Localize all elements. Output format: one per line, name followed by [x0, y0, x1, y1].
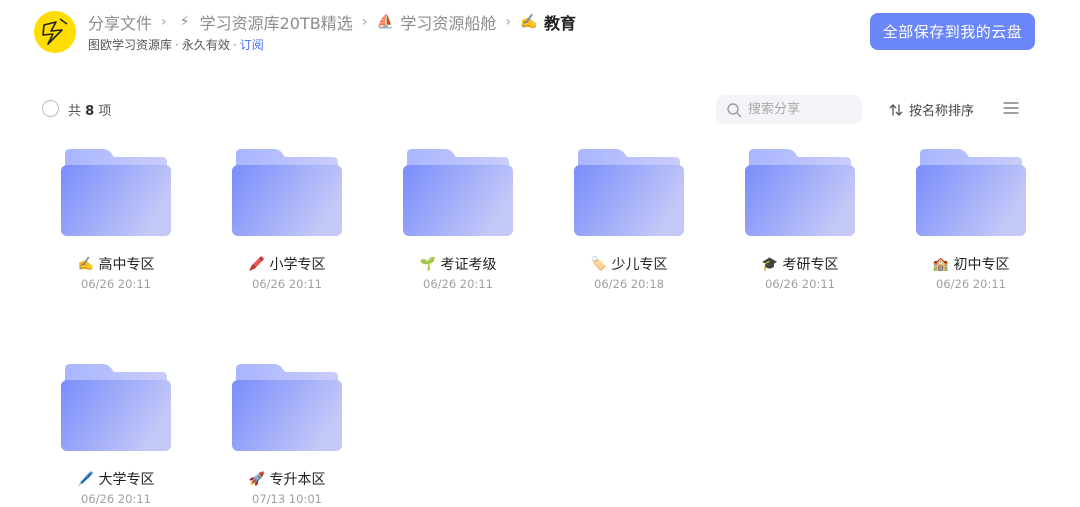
search-input[interactable] — [748, 102, 858, 117]
folder-name: 🚀 专升本区 — [248, 471, 326, 489]
folder-name: 🖍️ 小学专区 — [248, 256, 326, 274]
save-all-button[interactable]: 全部保存到我的云盘 — [870, 13, 1035, 50]
folder-date: 07/13 10:01 — [252, 492, 322, 506]
folder-item[interactable]: 🚀 专升本区 07/13 10:01 — [207, 363, 367, 507]
crayon-icon: 🖍️ — [248, 256, 265, 272]
folder-date: 06/26 20:11 — [936, 277, 1006, 291]
folder-name: ✍️ 高中专区 — [77, 256, 155, 274]
folder-date: 06/26 20:11 — [765, 277, 835, 291]
folder-name: 🏫 初中专区 — [932, 256, 1010, 274]
breadcrumb-separator: › — [505, 14, 511, 30]
sort-button[interactable]: 按名称排序 — [888, 100, 974, 119]
seedling-icon: 🌱 — [419, 256, 436, 272]
folder-item[interactable]: ✍️ 高中专区 06/26 20:11 — [36, 148, 196, 308]
folder-grid: ✍️ 高中专区 06/26 20:11 🖍️ 小学专区 06/26 20:11 🌱 考证考级 0… — [0, 0, 1080, 507]
school-icon: 🏫 — [932, 256, 949, 272]
folder-name: 🎓 考研专区 — [761, 256, 839, 274]
folder-icon — [232, 364, 342, 451]
folder-icon — [745, 149, 855, 236]
folder-icon — [61, 149, 171, 236]
folder-date: 06/26 20:11 — [423, 277, 493, 291]
folder-item[interactable]: 🎓 考研专区 06/26 20:11 — [720, 148, 880, 308]
avatar[interactable] — [34, 11, 76, 53]
breadcrumb: 分享文件 › ⚡ 学习资源库20TB精选 › ⛵ 学习资源船舱 › ✍️ 教育 — [88, 10, 576, 34]
owner-name[interactable]: 图欧学习资源库 — [88, 36, 172, 53]
search-icon — [727, 102, 742, 117]
folder-icon — [403, 149, 513, 236]
breadcrumb-item-share-files[interactable]: 分享文件 — [88, 10, 152, 34]
subscribe-link[interactable]: 订阅 — [240, 36, 264, 53]
rocket-icon: 🚀 — [248, 471, 265, 487]
meta-dot: · — [175, 37, 179, 52]
lightning-icon: ⚡ — [179, 14, 190, 30]
sort-label: 按名称排序 — [909, 104, 975, 119]
pikachu-avatar-icon — [34, 11, 76, 53]
label-tag-icon: 🏷️ — [590, 256, 607, 272]
writing-hand-icon: ✍️ — [77, 256, 94, 272]
folder-item[interactable]: 🏷️ 少儿专区 06/26 20:18 — [549, 148, 709, 308]
folder-name: 🌱 考证考级 — [419, 256, 497, 274]
folder-name: 🏷️ 少儿专区 — [590, 256, 668, 274]
breadcrumb-item-education: ✍️ 教育 — [520, 14, 576, 33]
folder-icon — [61, 364, 171, 451]
breadcrumb-separator: › — [361, 14, 368, 30]
search-box[interactable] — [716, 95, 862, 124]
folder-item[interactable]: 🏫 初中专区 06/26 20:11 — [891, 148, 1051, 308]
validity-text: 永久有效 — [181, 38, 230, 52]
folder-icon — [574, 149, 684, 236]
share-meta: 图欧学习资源库 · 永久有效 · 订阅 — [88, 36, 264, 53]
select-all-checkbox[interactable] — [42, 100, 59, 117]
writing-hand-icon: ✍️ — [520, 14, 538, 30]
menu-icon — [1003, 102, 1019, 114]
folder-date: 06/26 20:11 — [81, 492, 151, 506]
folder-item[interactable]: 🖍️ 小学专区 06/26 20:11 — [207, 148, 367, 308]
view-menu-button[interactable] — [1003, 101, 1019, 115]
folder-date: 06/26 20:11 — [81, 277, 151, 291]
folder-item[interactable]: 🖊️ 大学专区 06/26 20:11 — [36, 363, 196, 507]
pen-icon: 🖊️ — [77, 471, 94, 487]
folder-icon — [232, 149, 342, 236]
folder-item[interactable]: 🌱 考证考级 06/26 20:11 — [378, 148, 538, 308]
folder-name: 🖊️ 大学专区 — [77, 471, 155, 489]
item-count: 共 8 项 — [68, 104, 112, 119]
folder-icon — [916, 149, 1026, 236]
breadcrumb-item-resource-cabin[interactable]: ⛵ 学习资源船舱 — [376, 10, 497, 34]
sort-arrows-icon — [889, 103, 903, 116]
meta-dot: · — [232, 37, 237, 52]
graduation-cap-icon: 🎓 — [761, 256, 778, 272]
breadcrumb-item-resource-library[interactable]: ⚡ 学习资源库20TB精选 — [176, 10, 353, 34]
folder-date: 06/26 20:11 — [252, 277, 322, 291]
folder-date: 06/26 20:18 — [594, 277, 664, 291]
breadcrumb-separator: › — [161, 14, 167, 30]
sailboat-icon: ⛵ — [376, 14, 395, 30]
